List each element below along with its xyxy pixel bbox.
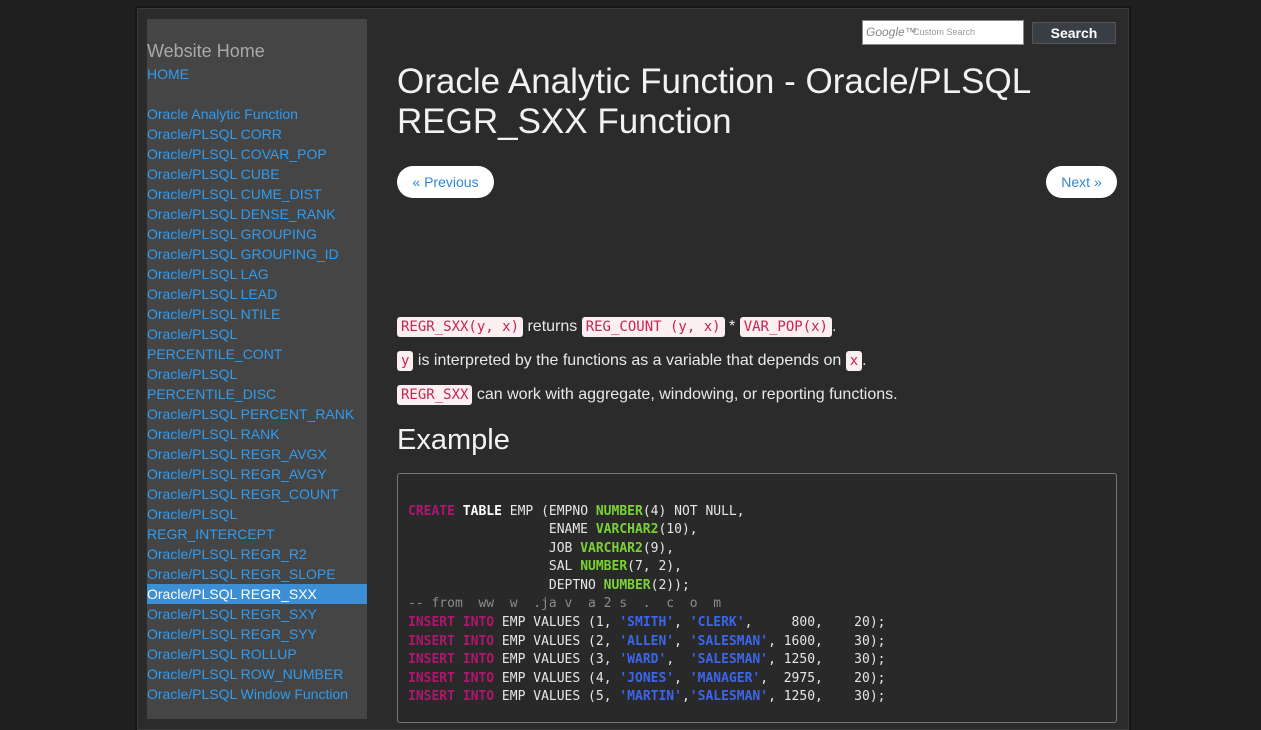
sidebar-item[interactable]: Oracle/PLSQL LEAD xyxy=(147,284,367,304)
sidebar-item[interactable]: Oracle/PLSQL RANK xyxy=(147,424,367,444)
sidebar-item[interactable]: Oracle/PLSQL xyxy=(147,364,367,384)
sidebar-item[interactable]: PERCENTILE_CONT xyxy=(147,344,367,364)
inline-code: VAR_POP(x) xyxy=(739,317,832,337)
sidebar-item[interactable]: Oracle/PLSQL DENSE_RANK xyxy=(147,204,367,224)
inline-code: REGR_SXX xyxy=(397,385,473,405)
paragraph-variables: y is interpreted by the functions as a v… xyxy=(397,351,867,371)
sidebar-item[interactable]: Oracle Analytic Function xyxy=(147,104,367,124)
code-line: INSERT INTO EMP VALUES (4, 'JONES', 'MAN… xyxy=(408,670,886,686)
sidebar-item[interactable]: Oracle/PLSQL REGR_COUNT xyxy=(147,484,367,504)
sidebar-item[interactable]: PERCENTILE_DISC xyxy=(147,384,367,404)
code-line: JOB VARCHAR2(9), xyxy=(408,541,675,556)
code-line: ENAME VARCHAR2(10), xyxy=(408,522,698,537)
sidebar-item[interactable]: Oracle/PLSQL REGR_SXY xyxy=(147,604,367,624)
sidebar-item[interactable]: Oracle/PLSQL NTILE xyxy=(147,304,367,324)
next-button[interactable]: Next » xyxy=(1046,166,1117,198)
sidebar-item[interactable]: Oracle/PLSQL GROUPING_ID xyxy=(147,244,367,264)
sidebar-item[interactable]: REGR_INTERCEPT xyxy=(147,524,367,544)
previous-button[interactable]: « Previous xyxy=(397,166,494,198)
inline-code: REGR_SXX(y, x) xyxy=(397,317,524,337)
sidebar-item[interactable]: Oracle/PLSQL ROW_NUMBER xyxy=(147,664,367,684)
sidebar-item[interactable]: Oracle/PLSQL CUBE xyxy=(147,164,367,184)
text: returns xyxy=(523,318,582,335)
code-line: INSERT INTO EMP VALUES (3, 'WARD', 'SALE… xyxy=(408,652,886,668)
sidebar-title: Website Home xyxy=(147,41,265,61)
text: is interpreted by the functions as a var… xyxy=(413,352,846,369)
code-line: INSERT INTO EMP VALUES (1, 'SMITH', 'CLE… xyxy=(408,615,886,630)
sidebar-item[interactable]: Oracle/PLSQL REGR_SYY xyxy=(147,624,367,644)
text: * xyxy=(724,318,740,335)
inline-code: y xyxy=(397,351,414,371)
sidebar-item[interactable]: Oracle/PLSQL xyxy=(147,324,367,344)
google-logo: Google™ xyxy=(866,25,917,39)
inline-code: x xyxy=(845,351,863,371)
sidebar-item[interactable]: Oracle/PLSQL REGR_AVGX xyxy=(147,444,367,464)
sidebar-item[interactable]: Oracle/PLSQL REGR_AVGY xyxy=(147,464,367,484)
code-line: INSERT INTO EMP VALUES (2, 'ALLEN', 'SAL… xyxy=(408,633,886,649)
sidebar-item[interactable]: Oracle/PLSQL CORR xyxy=(147,124,367,144)
code-line: DEPTNO NUMBER(2)); xyxy=(408,578,690,593)
sidebar-item[interactable]: Oracle/PLSQL REGR_R2 xyxy=(147,544,367,564)
search-button[interactable]: Search xyxy=(1032,22,1116,44)
example-heading: Example xyxy=(397,424,510,456)
sidebar-item[interactable]: Oracle/PLSQL Window Function xyxy=(147,684,367,704)
sidebar-item[interactable]: Oracle/PLSQL CUME_DIST xyxy=(147,184,367,204)
page-title-line2: REGR_SXX Function xyxy=(397,102,732,141)
paragraph-definition: REGR_SXX(y, x) returns REG_COUNT (y, x) … xyxy=(397,317,837,337)
code-line: SAL NUMBER(7, 2), xyxy=(408,559,682,574)
search-placeholder: Custom Search xyxy=(913,27,976,37)
search-input[interactable]: Google™ Custom Search xyxy=(862,20,1024,45)
sidebar-home-link[interactable]: HOME xyxy=(147,64,367,84)
code-comment: -- from ww w .ja v a 2 s . c o m xyxy=(408,596,722,611)
text: . xyxy=(862,352,867,369)
text: . xyxy=(831,318,837,335)
code-line: CREATE TABLE EMP (EMPNO NUMBER(4) NOT NU… xyxy=(408,504,745,519)
sidebar-item[interactable]: Oracle/PLSQL COVAR_POP xyxy=(147,144,367,164)
code-block: CREATE TABLE EMP (EMPNO NUMBER(4) NOT NU… xyxy=(397,473,1117,723)
paragraph-usage: REGR_SXX can work with aggregate, window… xyxy=(397,385,898,405)
code-line: INSERT INTO EMP VALUES (5, 'MARTIN','SAL… xyxy=(408,689,886,705)
page-title-line1: Oracle Analytic Function - Oracle/PLSQL xyxy=(397,62,1032,101)
sidebar-item[interactable]: Oracle/PLSQL REGR_SXX xyxy=(147,584,367,604)
sidebar-item[interactable]: Oracle/PLSQL PERCENT_RANK xyxy=(147,404,367,424)
page-title: Oracle Analytic Function - Oracle/PLSQL … xyxy=(397,62,1097,142)
sidebar-item[interactable]: Oracle/PLSQL ROLLUP xyxy=(147,644,367,664)
text: can work with aggregate, windowing, or r… xyxy=(472,386,898,403)
sidebar-item[interactable]: Oracle/PLSQL LAG xyxy=(147,264,367,284)
sidebar-item[interactable]: Oracle/PLSQL xyxy=(147,504,367,524)
sidebar: Website Home HOME Oracle Analytic Functi… xyxy=(147,19,367,719)
inline-code: REG_COUNT (y, x) xyxy=(581,317,725,337)
sidebar-item[interactable]: Oracle/PLSQL GROUPING xyxy=(147,224,367,244)
sidebar-item[interactable]: Oracle/PLSQL REGR_SLOPE xyxy=(147,564,367,584)
